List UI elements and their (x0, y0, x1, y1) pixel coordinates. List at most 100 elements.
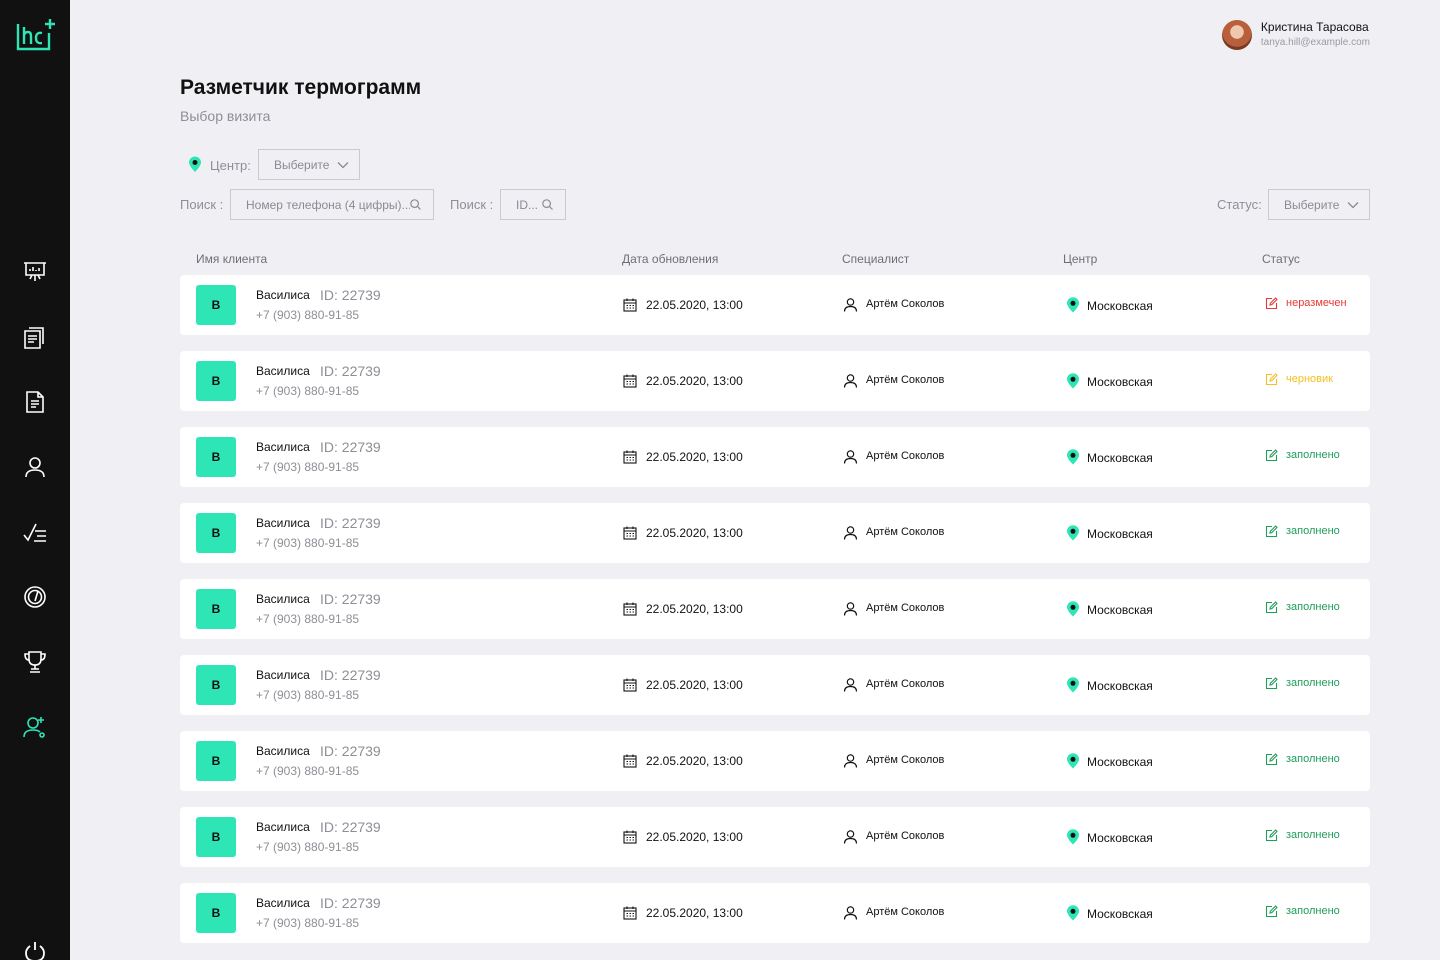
edit-icon (1265, 829, 1278, 842)
page-subtitle: Выбор визита (180, 108, 271, 124)
column-header-specialist[interactable]: Специалист (842, 252, 909, 266)
edit-icon (1265, 905, 1278, 918)
status-label[interactable]: заполнено (1286, 601, 1340, 613)
specialist-name: Артём Соколов (866, 906, 945, 918)
column-header-center[interactable]: Центр (1063, 252, 1097, 266)
nav-user-add[interactable] (21, 713, 49, 741)
client-name: Василиса (256, 668, 310, 682)
center-name: Московская (1087, 603, 1153, 617)
user-add-icon (23, 717, 45, 738)
column-header-date[interactable]: Дата обновления (622, 252, 718, 266)
status-label[interactable]: неразмечен (1286, 297, 1347, 309)
trophy-icon (24, 651, 46, 673)
person-icon (843, 906, 858, 920)
client-name: Василиса (256, 440, 310, 454)
client-phone: +7 (903) 880-91-85 (256, 840, 360, 854)
user-email: tanya.hill@example.com (1260, 37, 1370, 48)
client-initial-badge: В (196, 741, 236, 781)
calendar-icon (623, 526, 637, 540)
client-name: Василиса (256, 592, 310, 606)
client-id: ID: 22739 (320, 363, 381, 379)
client-phone: +7 (903) 880-91-85 (256, 688, 360, 702)
location-pin-icon (1067, 905, 1079, 921)
edit-icon (1265, 753, 1278, 766)
chevron-down-icon (1347, 201, 1359, 208)
power-icon[interactable] (23, 940, 47, 960)
location-pin-icon (1067, 829, 1079, 845)
status-select[interactable]: Выберите (1268, 189, 1370, 220)
nav-checklist[interactable] (21, 518, 49, 546)
user-profile[interactable]: Кристина Тарасова tanya.hill@example.com (1221, 20, 1370, 50)
location-pin-icon (1067, 677, 1079, 693)
edit-icon (1265, 449, 1278, 462)
status-label[interactable]: черновик (1286, 373, 1333, 385)
nav-trophy[interactable] (21, 648, 49, 676)
page-title: Разметчик термограмм (180, 76, 422, 99)
status-label[interactable]: заполнено (1286, 525, 1340, 537)
calendar-icon (623, 298, 637, 312)
status-select-value: Выберите (1284, 197, 1340, 212)
center-select[interactable]: Выберите (258, 149, 360, 180)
search-phone-label: Поиск : (180, 197, 224, 212)
person-icon (843, 298, 858, 312)
column-header-client[interactable]: Имя клиента (196, 252, 267, 266)
location-pin-icon (1067, 449, 1079, 465)
avatar (1221, 20, 1252, 50)
client-id: ID: 22739 (320, 515, 381, 531)
nav-user[interactable] (21, 453, 49, 481)
person-icon (843, 602, 858, 616)
person-icon (843, 754, 858, 768)
nav-document[interactable] (21, 388, 49, 416)
center-pin-icon (189, 156, 201, 172)
status-label[interactable]: заполнено (1286, 753, 1340, 765)
documents-icon (24, 327, 44, 349)
status-label[interactable]: заполнено (1286, 677, 1340, 689)
table-row[interactable]: В Василиса ID: 22739 +7 (903) 880-91-85 22.0… (180, 579, 1370, 639)
gauge-icon (24, 586, 46, 608)
status-label[interactable]: заполнено (1286, 905, 1340, 917)
nav-gauge[interactable] (21, 583, 49, 611)
table-row[interactable]: В Василиса ID: 22739 +7 (903) 880-91-85 22.0… (180, 883, 1370, 943)
status-label[interactable]: заполнено (1286, 449, 1340, 461)
search-id-input[interactable]: ID... (500, 189, 566, 220)
status-label[interactable]: заполнено (1286, 829, 1340, 841)
client-phone: +7 (903) 880-91-85 (256, 308, 360, 322)
calendar-icon (623, 602, 637, 616)
search-phone-input[interactable]: Номер телефона (4 цифры)... (230, 189, 434, 220)
table-row[interactable]: В Василиса ID: 22739 +7 (903) 880-91-85 22.0… (180, 655, 1370, 715)
search-icon (410, 199, 421, 210)
user-icon (25, 457, 45, 478)
updated-date: 22.05.2020, 13:00 (646, 298, 743, 312)
calendar-icon (623, 830, 637, 844)
search-id-placeholder: ID... (516, 197, 539, 212)
calendar-icon (623, 374, 637, 388)
client-id: ID: 22739 (320, 819, 381, 835)
client-phone: +7 (903) 880-91-85 (256, 916, 360, 930)
table-row[interactable]: В Василиса ID: 22739 +7 (903) 880-91-85 22.0… (180, 731, 1370, 791)
presentation-icon (24, 262, 46, 281)
table-row[interactable]: В Василиса ID: 22739 +7 (903) 880-91-85 22.0… (180, 807, 1370, 867)
logo-icon[interactable] (16, 18, 56, 52)
center-name: Московская (1087, 451, 1153, 465)
table-row[interactable]: В Василиса ID: 22739 +7 (903) 880-91-85 22.0… (180, 351, 1370, 411)
client-id: ID: 22739 (320, 667, 381, 683)
updated-date: 22.05.2020, 13:00 (646, 754, 743, 768)
client-initial-badge: В (196, 513, 236, 553)
nav-presentation[interactable] (21, 258, 49, 286)
client-name: Василиса (256, 288, 310, 302)
column-header-status[interactable]: Статус (1262, 252, 1300, 266)
center-select-value: Выберите (274, 157, 330, 172)
location-pin-icon (1067, 525, 1079, 541)
nav-documents[interactable] (21, 323, 49, 351)
sidebar (0, 0, 70, 960)
table-row[interactable]: В Василиса ID: 22739 +7 (903) 880-91-85 22.0… (180, 503, 1370, 563)
calendar-icon (623, 906, 637, 920)
calendar-icon (623, 678, 637, 692)
table-row[interactable]: В Василиса ID: 22739 +7 (903) 880-91-85 22.0… (180, 275, 1370, 335)
updated-date: 22.05.2020, 13:00 (646, 450, 743, 464)
edit-icon (1265, 373, 1278, 386)
center-name: Московская (1087, 755, 1153, 769)
client-initial-badge: В (196, 361, 236, 401)
client-initial-badge: В (196, 665, 236, 705)
table-row[interactable]: В Василиса ID: 22739 +7 (903) 880-91-85 22.0… (180, 427, 1370, 487)
